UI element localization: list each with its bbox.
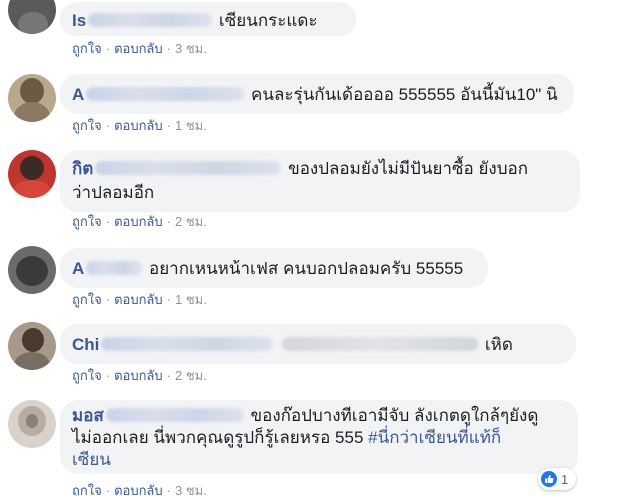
reply-link[interactable]: ตอบกลับ — [114, 214, 163, 229]
comment-actions: ถูกใจ · ตอบกลับ · 3 ชม. — [72, 41, 207, 56]
like-reaction-icon — [541, 471, 557, 487]
timestamp[interactable]: 2 ชม. — [175, 368, 207, 383]
comment-actions: ถูกใจ · ตอบกลับ · 1 ชม. — [72, 292, 207, 307]
comment-text: เหิด — [484, 335, 513, 354]
avatar[interactable] — [8, 322, 56, 370]
hashtag-link-continued[interactable]: เซียน — [72, 449, 566, 471]
comment-text: ของก๊อปบางทีเอามีจับ ลังเกตดูใกล้ๆยังดู — [250, 406, 539, 425]
like-link[interactable]: ถูกใจ — [72, 292, 102, 307]
comment-bubble: A คนละรุ่นกันเด้ออออ 555555 อันนี้มัน10"… — [60, 74, 574, 114]
timestamp[interactable]: 1 ชม. — [175, 292, 207, 307]
like-link[interactable]: ถูกใจ — [72, 214, 102, 229]
avatar[interactable] — [8, 246, 56, 294]
comment-bubble: มอส ของก๊อปบางทีเอามีจับ ลังเกตดูใกล้ๆยั… — [60, 400, 578, 474]
comment-bubble: Is เซียนกระแดะ — [60, 2, 356, 36]
timestamp[interactable]: 3 ชม. — [175, 483, 207, 496]
timestamp[interactable]: 3 ชม. — [175, 41, 207, 56]
reaction-badge[interactable]: 1 — [538, 468, 576, 490]
comment-text: เซียนกระแดะ — [218, 11, 318, 30]
comment-actions: ถูกใจ · ตอบกลับ · 2 ชม. — [72, 368, 207, 383]
reply-link[interactable]: ตอบกลับ — [114, 41, 163, 56]
reaction-count: 1 — [561, 471, 569, 487]
comment-line: มอส ของก๊อปบางทีเอามีจับ ลังเกตดูใกล้ๆยั… — [72, 405, 566, 427]
like-link[interactable]: ถูกใจ — [72, 483, 102, 496]
like-link[interactable]: ถูกใจ — [72, 368, 102, 383]
commenter-name[interactable]: Is — [72, 11, 214, 30]
commenter-name[interactable]: Chi — [72, 335, 275, 354]
reply-link[interactable]: ตอบกลับ — [114, 368, 163, 383]
timestamp[interactable]: 2 ชม. — [175, 214, 207, 229]
commenter-name[interactable]: มอส — [72, 406, 246, 425]
avatar[interactable] — [8, 400, 56, 448]
commenter-name[interactable]: A — [72, 85, 246, 104]
timestamp[interactable]: 1 ชม. — [175, 118, 207, 133]
reply-link[interactable]: ตอบกลับ — [114, 292, 163, 307]
comment-text: คนละรุ่นกันเด้ออออ 555555 อันนี้มัน10" น… — [251, 85, 558, 104]
comment-text-continued: ไม่ออกเลย นี่พวกคุณดูรูปก็รู้เลยหรอ 555 — [72, 428, 364, 447]
comment-text: อยากเหนหน้าเฟส คนบอกปลอมครับ 55555 — [149, 259, 464, 278]
avatar[interactable] — [8, 0, 56, 34]
comment-text-continued: ว่าปลอมอีก — [72, 183, 155, 202]
comment-actions: ถูกใจ · ตอบกลับ · 2 ชม. — [72, 214, 207, 229]
comment-bubble: A อยากเหนหน้าเฟส คนบอกปลอมครับ 55555 — [60, 248, 488, 288]
comment-actions: ถูกใจ · ตอบกลับ · 3 ชม. — [72, 483, 207, 496]
reply-link[interactable]: ตอบกลับ — [114, 118, 163, 133]
reply-link[interactable]: ตอบกลับ — [114, 483, 163, 496]
like-link[interactable]: ถูกใจ — [72, 41, 102, 56]
avatar[interactable] — [8, 150, 56, 198]
comment-bubble: Chi เหิด — [60, 324, 576, 364]
avatar[interactable] — [8, 74, 56, 122]
comment-bubble: กิต ของปลอมยังไม่มีปันยาซื้อ ยังบอก ว่าป… — [60, 150, 580, 212]
hashtag-link[interactable]: #นี่กว่าเซียนที่แท้ก็ — [368, 428, 501, 447]
comment-line: กิต ของปลอมยังไม่มีปันยาซื้อ ยังบอก — [72, 157, 568, 181]
commenter-name[interactable]: A — [72, 259, 144, 278]
commenter-name[interactable]: กิต — [72, 159, 283, 178]
comment-line: ไม่ออกเลย นี่พวกคุณดูรูปก็รู้เลยหรอ 555 … — [72, 427, 566, 449]
comment-text: ของปลอมยังไม่มีปันยาซื้อ ยังบอก — [288, 159, 529, 178]
like-link[interactable]: ถูกใจ — [72, 118, 102, 133]
comment-actions: ถูกใจ · ตอบกลับ · 1 ชม. — [72, 118, 207, 133]
